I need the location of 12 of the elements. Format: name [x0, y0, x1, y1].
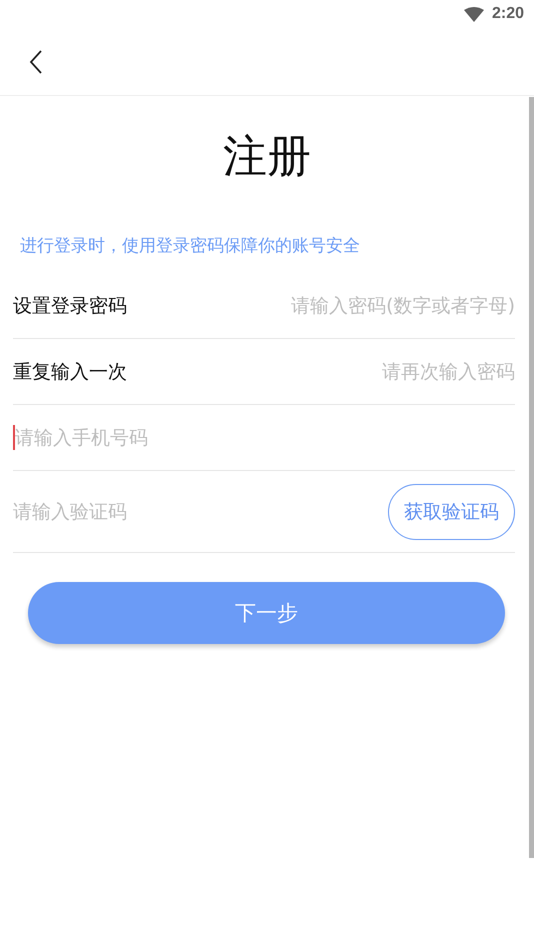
page-title: 注册: [222, 130, 312, 184]
input-field[interactable]: 请输入密码(数字或者字母): [127, 294, 515, 316]
wifi-icon: [464, 6, 484, 22]
input-field[interactable]: 请输入手机号码: [15, 426, 515, 448]
security-hint: 进行登录时，使用登录密码保障你的账号安全: [20, 235, 361, 258]
next-button[interactable]: 下一步: [28, 582, 505, 644]
field-label: 重复输入一次: [13, 360, 127, 384]
field-label: 设置登录密码: [13, 294, 127, 318]
input-field[interactable]: 请再次输入密码: [127, 360, 515, 382]
get-code-button[interactable]: 获取验证码: [388, 484, 515, 540]
status-time: 2:20: [492, 5, 524, 23]
code-input-field[interactable]: 请输入验证码: [13, 500, 388, 522]
